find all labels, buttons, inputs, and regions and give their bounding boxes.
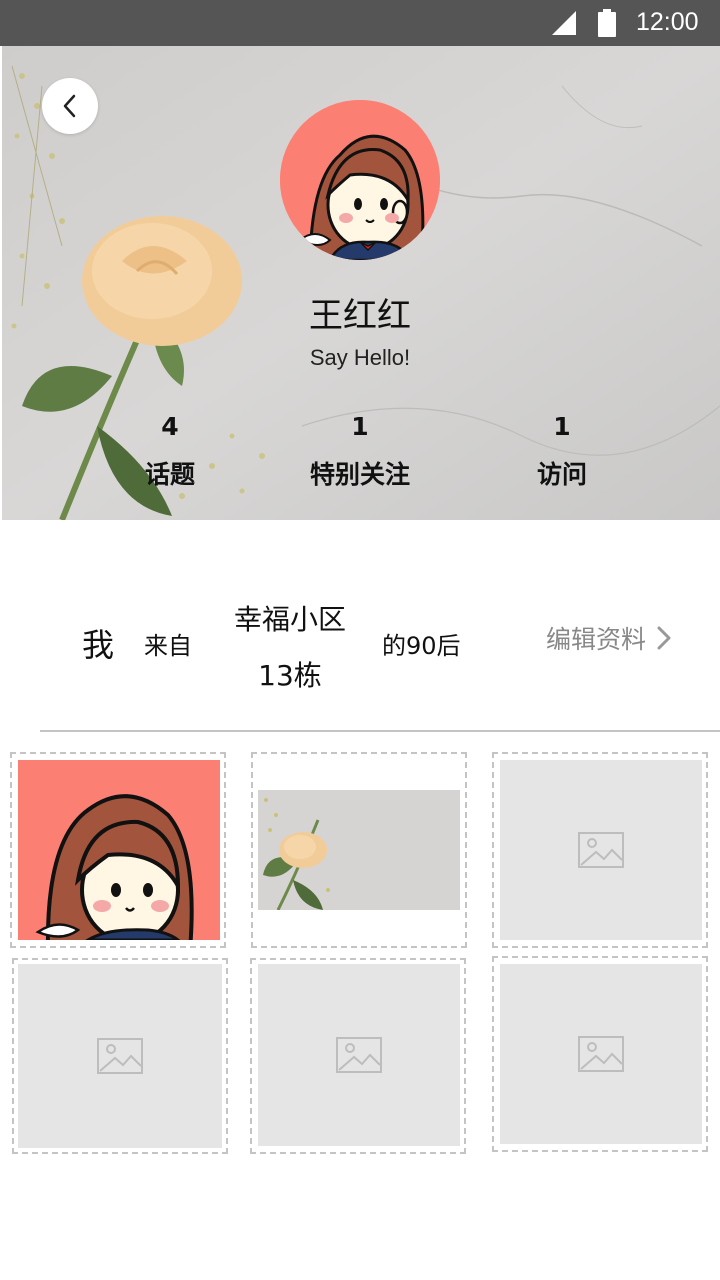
edit-profile-label: 编辑资料 [546, 625, 647, 654]
intro-place-line2: 13栋 [258, 659, 322, 692]
stat-topics[interactable]: 4 话题 [70, 410, 270, 492]
image-placeholder-icon [578, 1036, 624, 1072]
intro-generation-text: 的90后 [382, 632, 461, 660]
stat-value: 1 [351, 412, 369, 441]
battery-icon [598, 9, 616, 37]
gallery-item[interactable] [251, 752, 467, 948]
gallery-placeholder [500, 760, 702, 940]
section-divider [40, 730, 720, 732]
profile-bio: Say Hello! [309, 345, 411, 370]
chevron-right-icon [657, 626, 671, 650]
gallery-item[interactable] [492, 752, 708, 948]
stat-value: 1 [553, 412, 571, 441]
stat-value: 4 [161, 412, 179, 441]
image-placeholder-icon [336, 1037, 382, 1073]
gallery-item[interactable] [12, 958, 228, 1154]
stat-label: 特别关注 [309, 460, 410, 489]
flower-image [258, 790, 460, 910]
gallery-placeholder [18, 964, 222, 1148]
profile-name: 王红红 [309, 296, 411, 336]
edit-profile-button[interactable]: 编辑资料 [546, 620, 672, 656]
signal-icon [552, 11, 576, 35]
intro-me-text: 我 [82, 626, 115, 664]
girl-avatar-image [280, 100, 440, 260]
stat-label: 访问 [536, 460, 587, 489]
gallery-photo [258, 790, 460, 910]
girl-avatar-image [18, 760, 220, 940]
stat-visits[interactable]: 1 访问 [462, 410, 662, 492]
image-placeholder-icon [578, 832, 624, 868]
status-bar: 12:00 [0, 0, 720, 46]
gallery-photo [18, 760, 220, 940]
image-placeholder-icon [97, 1038, 143, 1074]
profile-avatar[interactable] [280, 100, 440, 260]
intro-from-text: 来自 [144, 632, 192, 660]
back-button[interactable] [42, 78, 98, 134]
gallery-placeholder [500, 964, 702, 1144]
stat-special-follow[interactable]: 1 特别关注 [260, 410, 460, 492]
gallery-item[interactable] [492, 956, 708, 1152]
stat-label: 话题 [144, 460, 195, 489]
gallery-item[interactable] [250, 958, 466, 1154]
status-time: 12:00 [636, 8, 699, 36]
gallery-item[interactable] [10, 752, 226, 948]
chevron-left-icon [63, 94, 76, 118]
gallery-placeholder [258, 964, 460, 1146]
intro-place-line1: 幸福小区 [233, 603, 346, 636]
intro-place: 幸福小区 13栋 [220, 592, 360, 704]
